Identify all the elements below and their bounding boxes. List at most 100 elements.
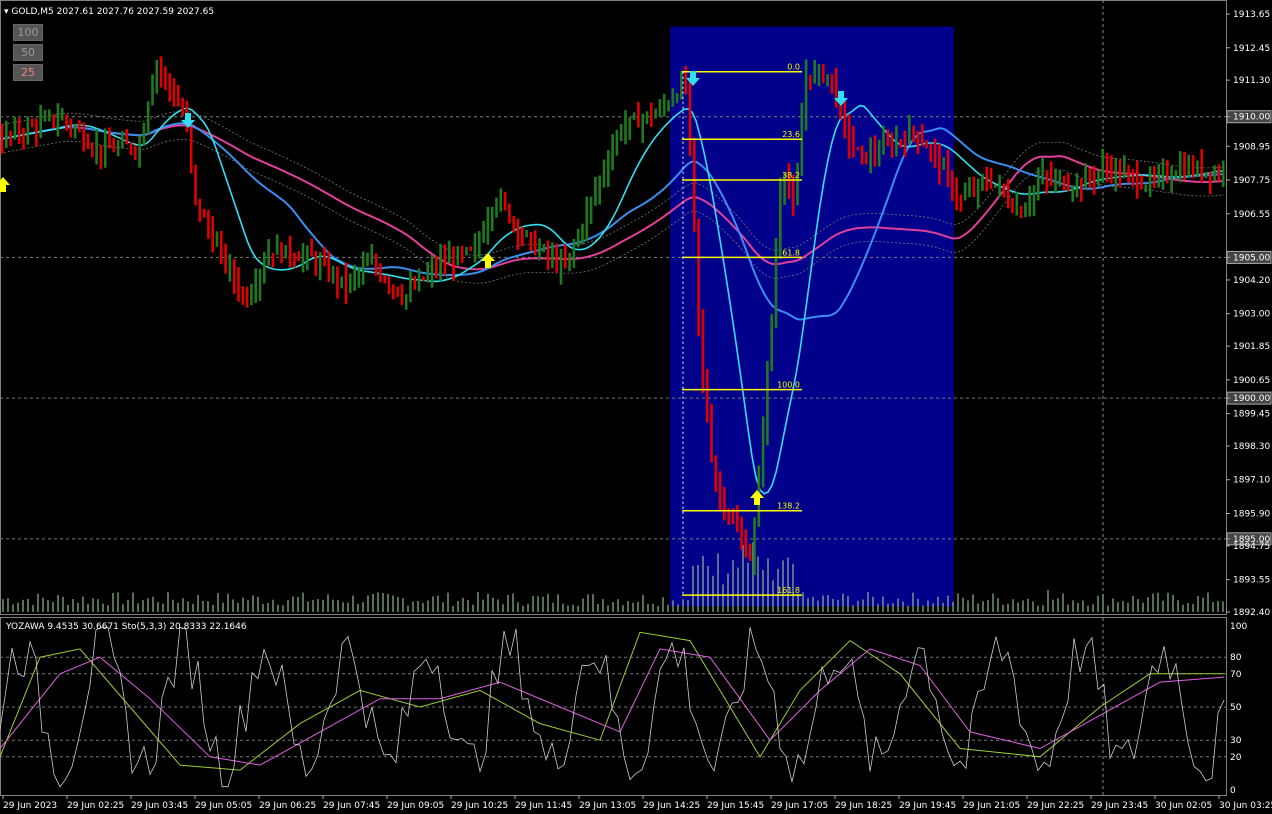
bear-bar: [400, 284, 404, 306]
bear-bar: [224, 243, 227, 274]
bear-bar: [387, 276, 391, 295]
bull-bar: [576, 228, 580, 248]
bear-bar: [164, 66, 167, 91]
bull-bar: [981, 173, 984, 191]
bull-bar: [215, 231, 219, 247]
bull-bar: [774, 237, 778, 329]
bear-bar: [112, 137, 116, 153]
bull-bar: [465, 247, 468, 256]
bear-bar: [1110, 155, 1113, 184]
bull-bar: [1084, 163, 1087, 189]
bear-bar: [52, 114, 55, 129]
bull-bar: [607, 150, 610, 188]
bear-bar: [280, 242, 283, 264]
bear-bar: [1183, 151, 1186, 180]
bull-bar: [430, 254, 434, 288]
fib-level-label: 161.8: [777, 586, 800, 595]
zoom-25-button[interactable]: 25: [13, 64, 43, 81]
price-chart[interactable]: 0.0 23.6 38.2 61.8 100.0 138.2 161.8 1913.65 19…: [0, 0, 1272, 814]
bear-bar: [314, 250, 318, 276]
bull-bar: [804, 59, 808, 131]
time-tick-label: 29 Jun 2023: [3, 801, 57, 811]
bull-bar: [641, 113, 644, 144]
bull-bar: [963, 182, 967, 201]
bull-bar: [340, 276, 343, 289]
bull-bar: [353, 264, 356, 291]
bull-bar: [976, 178, 980, 209]
price-tick-label: 1911.30: [1233, 76, 1270, 86]
bear-bar: [744, 529, 748, 558]
time-tick-label: 29 Jun 22:25: [1027, 801, 1084, 811]
bear-bar: [916, 130, 920, 154]
bull-bar: [254, 268, 257, 303]
bull-bar: [602, 159, 606, 188]
bull-bar: [1028, 185, 1031, 217]
time-tick-label: 29 Jun 06:25: [259, 801, 316, 811]
bear-bar: [82, 122, 85, 152]
bear-bar: [723, 486, 726, 520]
bull-bar: [615, 129, 619, 156]
bull-bar: [409, 270, 412, 303]
bull-bar: [968, 177, 971, 198]
bear-bar: [17, 117, 21, 144]
time-tick-label: 29 Jun 14:25: [643, 801, 700, 811]
bull-bar: [26, 116, 30, 145]
bull-bar: [675, 92, 679, 104]
bear-bar: [533, 230, 537, 256]
zoom-100-button[interactable]: 100: [13, 24, 43, 41]
bear-bar: [22, 127, 25, 150]
bull-bar: [770, 314, 773, 372]
bull-bar: [155, 59, 159, 94]
bear-bar: [693, 137, 696, 232]
bull-bar: [318, 252, 322, 281]
bull-bar: [662, 93, 666, 117]
bull-bar: [138, 135, 141, 168]
bull-bar: [43, 109, 47, 122]
bull-bar: [1101, 148, 1105, 183]
bear-bar: [172, 78, 176, 107]
bear-bar: [637, 101, 640, 128]
bull-bar: [263, 251, 266, 284]
bear-bar: [1131, 169, 1135, 187]
bull-bar: [1037, 167, 1040, 201]
bear-bar: [327, 251, 331, 283]
bear-bar: [35, 119, 38, 147]
bear-bar: [129, 142, 133, 156]
bear-bar: [1135, 160, 1139, 199]
bear-bar: [1140, 175, 1143, 190]
bull-bar: [1024, 202, 1027, 218]
bull-bar: [1123, 155, 1126, 178]
osc-level-label: 100: [1230, 622, 1247, 632]
bear-bar: [946, 149, 950, 188]
bear-bar: [392, 284, 395, 300]
bull-bar: [361, 251, 365, 285]
bear-bar: [297, 251, 300, 262]
osc-level-label: 70: [1230, 670, 1242, 680]
bear-bar: [379, 263, 382, 283]
price-tick-label: 1897.10: [1233, 476, 1270, 486]
price-tick-label: 1893.55: [1233, 576, 1270, 586]
bull-bar: [589, 196, 593, 225]
zoom-50-button[interactable]: 50: [13, 44, 43, 61]
bull-bar: [598, 175, 601, 205]
bear-bar: [985, 166, 988, 192]
bull-bar: [1071, 185, 1074, 202]
bear-bar: [1011, 197, 1014, 214]
bull-bar: [417, 268, 421, 292]
bear-bar: [336, 266, 339, 299]
bull-bar: [1097, 170, 1100, 187]
bear-bar: [245, 286, 249, 308]
bull-bar: [796, 162, 799, 206]
bear-bar: [1062, 175, 1066, 192]
bull-bar: [869, 137, 872, 174]
bear-bar: [512, 215, 515, 233]
bear-bar: [1002, 183, 1006, 198]
bull-bar: [13, 116, 17, 140]
bull-bar: [56, 103, 60, 137]
bear-bar: [933, 138, 937, 169]
bull-bar: [882, 125, 885, 155]
bear-bar: [852, 125, 855, 158]
bull-bar: [1075, 173, 1079, 198]
bear-bar: [1049, 161, 1053, 187]
fib-level-label: 100.0: [777, 381, 800, 390]
